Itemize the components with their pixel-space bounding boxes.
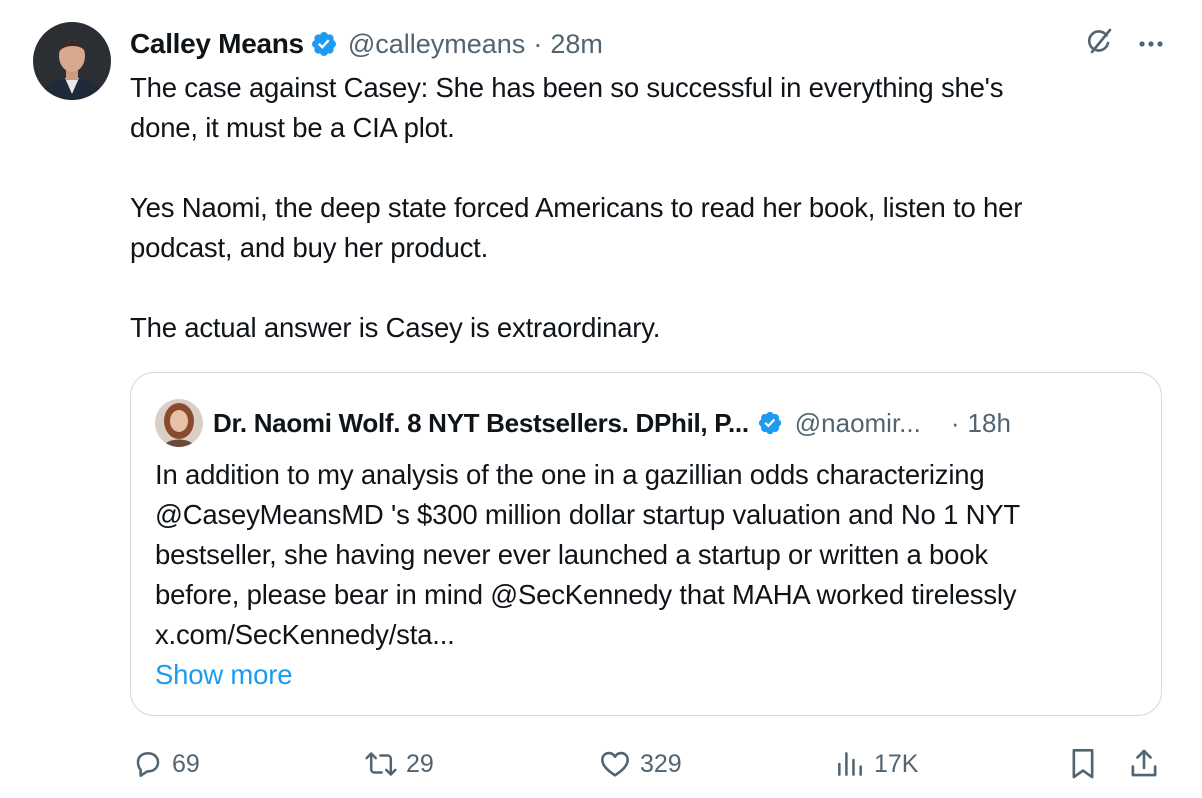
quoted-post-timestamp[interactable]: 18h: [968, 408, 1011, 439]
post-text-line: The case against Casey: She has been so …: [130, 72, 1004, 103]
quoted-post-header: Dr. Naomi Wolf. 8 NYT Bestsellers. DPhil…: [155, 399, 1011, 447]
quoted-author-avatar[interactable]: [155, 399, 203, 447]
author-handle[interactable]: @calleymeans: [348, 29, 525, 60]
author-name[interactable]: Calley Means: [130, 28, 304, 60]
quoted-post[interactable]: Dr. Naomi Wolf. 8 NYT Bestsellers. DPhil…: [130, 372, 1162, 716]
post-header: Calley Means @calleymeans · 28m: [130, 24, 603, 64]
share-button[interactable]: [1128, 744, 1160, 784]
quoted-text-line: In addition to my analysis of the one in…: [155, 459, 985, 490]
bookmark-icon: [1068, 747, 1098, 781]
separator-dot: ·: [533, 28, 543, 59]
analytics-icon: [834, 748, 866, 780]
quoted-post-text: In addition to my analysis of the one in…: [155, 455, 1145, 695]
views-count: 17K: [874, 749, 919, 778]
repost-button[interactable]: 29: [364, 744, 434, 784]
quoted-text-line: bestseller, she having never ever launch…: [155, 539, 988, 570]
verified-badge-icon: [310, 30, 338, 58]
post-text-line: done, it must be a CIA plot.: [130, 112, 455, 143]
quoted-text-line: x.com/SecKennedy/sta...: [155, 619, 455, 650]
verified-badge-icon: [757, 410, 783, 436]
repost-icon: [364, 748, 398, 780]
quoted-author-name[interactable]: Dr. Naomi Wolf. 8 NYT Bestsellers. DPhil…: [213, 408, 749, 439]
quoted-text-line: before, please bear in mind @SecKennedy …: [155, 579, 1017, 610]
quoted-text-line: @CaseyMeansMD 's $300 million dollar sta…: [155, 499, 1021, 530]
bookmark-button[interactable]: [1068, 744, 1098, 784]
share-icon: [1128, 747, 1160, 781]
quoted-author-handle[interactable]: @naomir...: [795, 408, 921, 439]
separator-dot: ·: [950, 407, 960, 438]
heart-icon: [598, 748, 632, 780]
post-top-actions: [1084, 26, 1164, 61]
like-count: 329: [640, 749, 682, 778]
like-button[interactable]: 329: [598, 744, 682, 784]
more-icon[interactable]: [1138, 35, 1164, 53]
post-text-line: Yes Naomi, the deep state forced America…: [130, 192, 1023, 223]
post-action-bar: 69 29 329 17K: [130, 744, 1172, 784]
reply-button[interactable]: 69: [132, 744, 200, 784]
post-text-line: The actual answer is Casey is extraordin…: [130, 312, 661, 343]
post-text-line: podcast, and buy her product.: [130, 232, 489, 263]
author-avatar[interactable]: [33, 22, 111, 100]
reply-count: 69: [172, 749, 200, 778]
views-button[interactable]: 17K: [834, 744, 918, 784]
show-more-link[interactable]: Show more: [155, 659, 292, 690]
grok-icon[interactable]: [1084, 26, 1114, 61]
post-timestamp[interactable]: 28m: [550, 29, 603, 60]
repost-count: 29: [406, 749, 434, 778]
reply-icon: [132, 748, 164, 780]
post-text: The case against Casey: She has been so …: [130, 68, 1170, 348]
